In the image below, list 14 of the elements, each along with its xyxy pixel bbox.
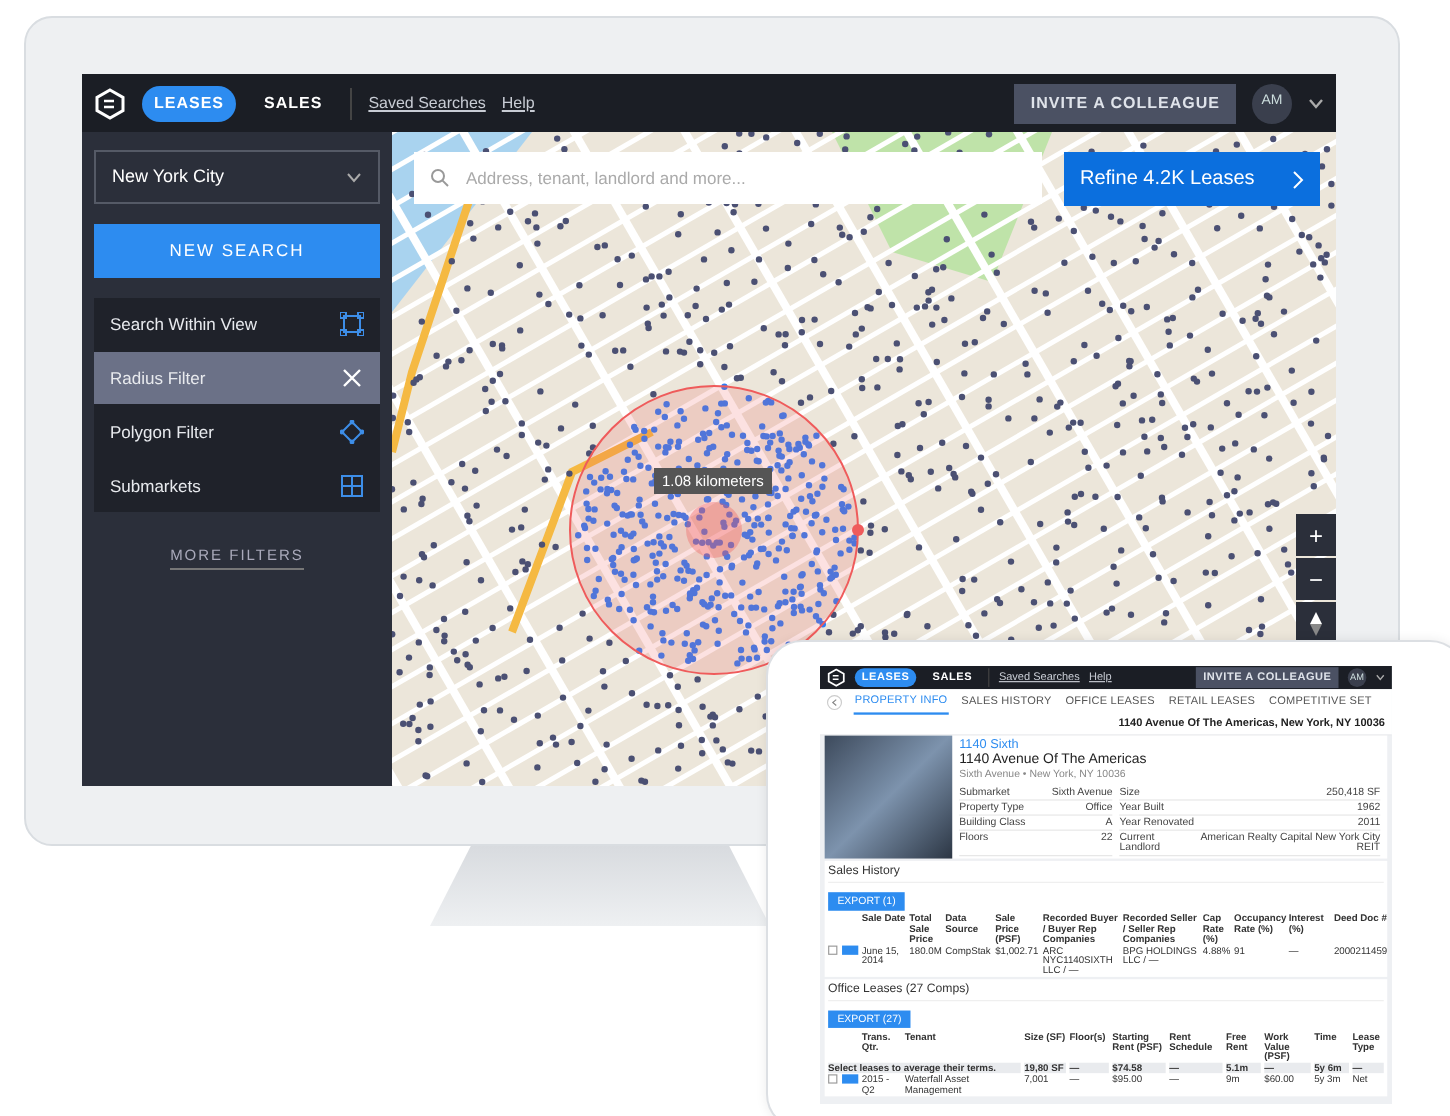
refine-button[interactable]: Refine 4.2K Leases <box>1064 152 1320 206</box>
zoom-button[interactable]: − <box>1296 558 1336 600</box>
nav-link[interactable]: Help <box>501 91 535 115</box>
nav-tab[interactable]: SALES <box>252 85 335 121</box>
filter-label: Radius Filter <box>110 365 206 391</box>
search-field[interactable]: Address, tenant, landlord and more... <box>414 152 1042 204</box>
market-select[interactable]: New York City <box>94 150 380 204</box>
filter-label: Search Within View <box>110 311 258 337</box>
filter-label: Polygon Filter <box>110 419 214 445</box>
filter-label: Submarkets <box>110 473 201 499</box>
filter-item[interactable]: Radius Filter <box>94 352 380 404</box>
invite-button[interactable]: INVITE A COLLEAGUE <box>1014 83 1236 123</box>
nav-link[interactable]: Saved Searches <box>368 91 486 115</box>
zoom-button[interactable]: + <box>1296 514 1336 556</box>
